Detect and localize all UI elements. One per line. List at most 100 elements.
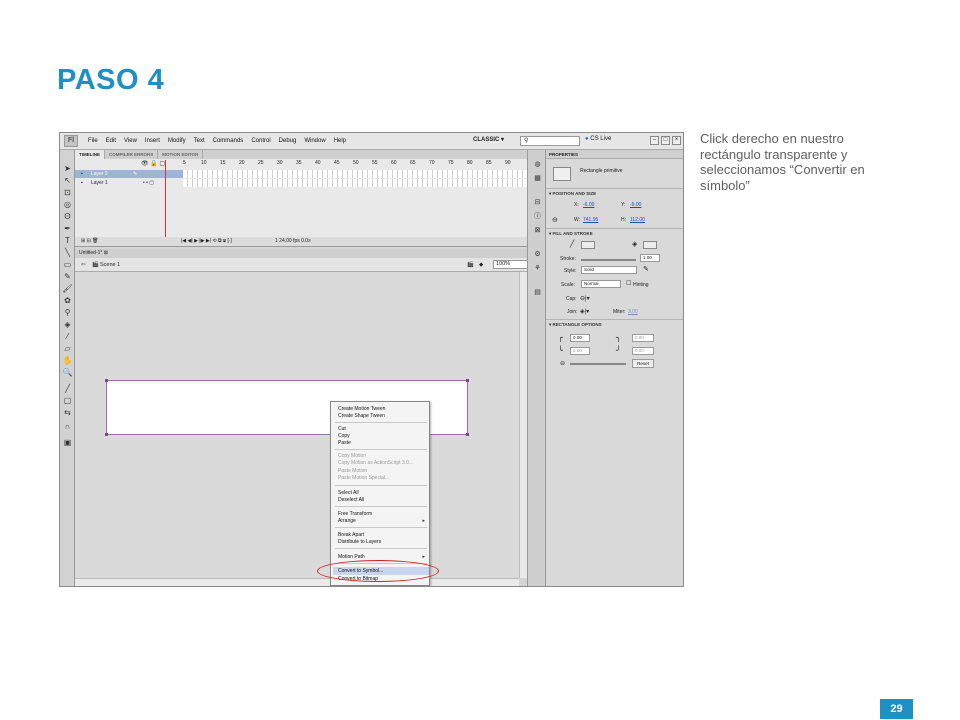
menu-modify[interactable]: Modify [164,138,190,144]
layer-visibility-icons[interactable]: 👁 🔒 ▢ [141,160,165,167]
edit-stroke-style-icon[interactable]: ✎ [643,265,649,273]
menu-edit[interactable]: Edit [102,138,120,144]
align-panel-icon[interactable]: ⊟ [532,198,543,208]
components-panel-icon[interactable]: ⚙ [532,250,543,260]
motion-presets-icon[interactable]: ⚘ [532,264,543,274]
text-tool-icon[interactable]: T [62,236,73,246]
menu-window[interactable]: Window [300,138,329,144]
menu-item-create-motion-tween[interactable]: Create Motion Tween [338,406,385,412]
menu-item-paste[interactable]: Paste [338,440,351,446]
corner-radius-bottom-left-input[interactable]: 0.00 [570,347,590,355]
position-size-header[interactable]: ▾ POSITION AND SIZE [549,191,596,197]
menu-control[interactable]: Control [247,138,274,144]
frames-track[interactable] [183,179,527,187]
new-layer-icon[interactable]: ⊞ ⊟ 🗑 [81,238,99,244]
menu-item-copy[interactable]: Copy [338,433,350,439]
layer-row-layer-2[interactable]: ▪ Layer 2 ✎ [75,170,527,178]
corner-radius-top-left-input[interactable]: 0.00 [570,334,590,342]
3d-rotation-tool-icon[interactable]: ◎ [62,200,73,210]
maximize-button[interactable]: □ [661,136,670,145]
paint-bucket-tool-icon[interactable]: ◈ [62,320,73,330]
snap-to-objects-icon[interactable]: ∩ [62,422,73,432]
pen-tool-icon[interactable]: ✒ [62,224,73,234]
stroke-color-swatch[interactable] [581,241,595,249]
join-select-icon[interactable]: ◈|▾ [580,308,589,315]
back-arrow-icon[interactable]: ⇦ [81,258,86,272]
transform-panel-icon[interactable]: ⊠ [532,226,543,236]
brush-tool-icon[interactable]: 🖌 [62,284,73,294]
stroke-slider[interactable] [581,259,636,261]
deco-tool-icon[interactable]: ✿ [62,296,73,306]
tab-timeline[interactable]: TIMELINE [75,150,105,159]
free-transform-tool-icon[interactable]: ⊡ [62,188,73,198]
menu-text[interactable]: Text [190,138,209,144]
subselection-tool-icon[interactable]: ↖ [62,176,73,186]
workspace-switcher[interactable]: CLASSIC ▾ [473,136,504,143]
properties-tab[interactable]: PROPERTIES [546,150,683,159]
info-panel-icon[interactable]: ⓘ [532,212,543,222]
swatches-panel-icon[interactable]: ▦ [532,174,543,184]
w-value[interactable]: 741.95 [583,217,598,223]
vertical-scrollbar[interactable] [519,272,527,578]
rectangle-tool-icon[interactable]: ▭ [62,260,73,270]
miter-value[interactable]: 3.00 [628,309,638,315]
menu-item-copy-motion[interactable]: Copy Motion [338,453,366,459]
fill-stroke-header[interactable]: ▾ FILL AND STROKE [549,231,593,237]
menu-item-cut[interactable]: Cut [338,426,346,432]
close-button[interactable]: × [672,136,681,145]
frames-track[interactable] [183,170,527,178]
lasso-tool-icon[interactable]: ʘ [62,212,73,222]
menu-item-break-apart[interactable]: Break Apart [338,532,364,538]
menu-item-motion-path[interactable]: Motion Path [338,554,365,560]
menu-item-deselect-all[interactable]: Deselect All [338,497,364,503]
menu-item-paste-motion-special[interactable]: Paste Motion Special... [338,475,389,481]
menu-item-free-transform[interactable]: Free Transform [338,511,372,517]
selection-handle[interactable] [105,433,108,436]
tab-motion-editor[interactable]: MOTION EDITOR [158,150,204,159]
corner-radius-bottom-right-input[interactable]: 0.00 [632,347,654,355]
horizontal-scrollbar[interactable] [75,578,519,586]
y-value[interactable]: -9.00 [630,202,641,208]
color-panel-icon[interactable]: ◍ [532,160,543,170]
selection-handle[interactable] [466,433,469,436]
selection-handle[interactable] [105,379,108,382]
layer-row-layer-1[interactable]: ▪ Layer 1 • • ▢ [75,179,527,187]
edit-symbol-icon[interactable]: ◆ [479,258,483,272]
swap-colors-icon[interactable]: ⇆ [62,408,73,418]
minimize-button[interactable]: – [650,136,659,145]
help-search-input[interactable]: ⚲ [520,136,580,146]
smooth-icon[interactable]: ▣ [62,438,73,448]
menu-view[interactable]: View [120,138,141,144]
cs-live-button[interactable]: ● CS Live [585,136,611,142]
selection-handle[interactable] [466,379,469,382]
x-value[interactable]: -6.00 [583,202,594,208]
reset-button[interactable]: Reset [632,359,654,368]
bone-tool-icon[interactable]: ⚲ [62,308,73,318]
fill-color-icon[interactable]: ▢ [62,396,73,406]
rectangle-options-header[interactable]: ▾ RECTANGLE OPTIONS [549,322,602,328]
style-select[interactable]: Solid [581,266,637,274]
lock-corners-icon[interactable]: ⊖ [560,360,565,367]
h-value[interactable]: 112.00 [630,217,645,223]
menu-item-distribute-to-layers[interactable]: Distribute to Layers [338,539,381,545]
pencil-tool-icon[interactable]: ✎ [62,272,73,282]
selection-tool-icon[interactable]: ➤ [62,164,73,174]
menu-insert[interactable]: Insert [141,138,164,144]
line-tool-icon[interactable]: ╲ [62,248,73,258]
tab-compiler-errors[interactable]: COMPILER ERRORS [105,150,159,159]
menu-item-create-shape-tween[interactable]: Create Shape Tween [338,413,385,419]
menu-debug[interactable]: Debug [275,138,301,144]
eyedropper-tool-icon[interactable]: ⁄ [62,332,73,342]
hand-tool-icon[interactable]: ✋ [62,356,73,366]
playback-controls[interactable]: |◀ ◀| ▶ |▶ ▶| ⟲ ⧉ ⧈ [·] [181,237,232,246]
document-tab[interactable]: Untitled-1* ⊠ [75,249,527,258]
edit-scene-icon[interactable]: 🎬 [467,258,474,272]
playhead[interactable] [165,160,166,244]
stroke-width-input[interactable]: 1.00 [640,254,660,262]
frame-ruler[interactable]: 5 10 15 20 25 30 35 40 45 50 55 60 65 70… [183,160,527,168]
zoom-tool-icon[interactable]: 🔍 [62,368,73,378]
lock-dimensions-icon[interactable]: ⊖ [552,216,558,224]
library-panel-icon[interactable]: ▤ [532,288,543,298]
menu-item-copy-motion-as3[interactable]: Copy Motion as ActionScript 3.0... [338,460,413,466]
menu-file[interactable]: File [84,138,102,144]
